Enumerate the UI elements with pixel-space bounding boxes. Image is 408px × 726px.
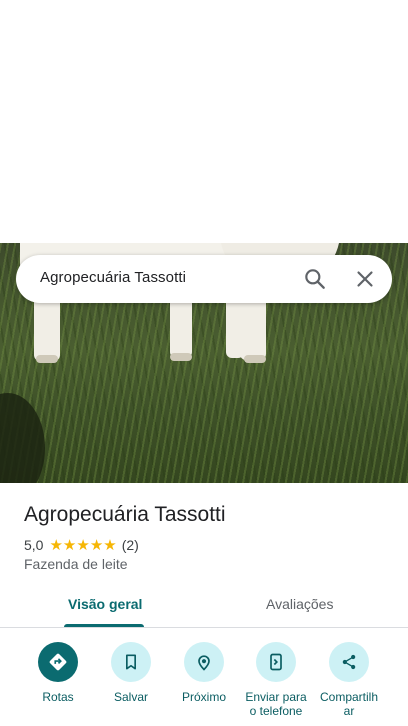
directions-label: Rotas [42, 690, 74, 704]
save-button[interactable]: Salvar [91, 642, 171, 704]
photo-cow-hoof [170, 353, 192, 361]
photo-cow-hoof [244, 355, 266, 363]
nearby-button-circle[interactable] [184, 642, 224, 682]
directions-button-circle[interactable] [38, 642, 78, 682]
nearby-label: Próximo [181, 690, 226, 704]
rating-value: 5,0 [24, 537, 44, 553]
active-tab-indicator [64, 624, 144, 627]
search-query[interactable]: Agropecuária Tassotti [40, 269, 186, 286]
place-category: Fazenda de leite [24, 556, 128, 572]
share-label: Compartilhar [319, 690, 379, 718]
photo-cow-hoof [36, 355, 58, 363]
place-title: Agropecuária Tassotti [24, 503, 226, 526]
nearby-icon [198, 655, 210, 671]
send-to-phone-button-circle[interactable] [256, 642, 296, 682]
tab-bar: Visão geral Avaliações [0, 584, 408, 628]
close-icon[interactable] [352, 266, 378, 292]
star-icon: ★ [103, 536, 117, 554]
star-icon: ★ [76, 536, 90, 554]
send-to-phone-icon [270, 653, 282, 671]
star-icon: ★ [49, 536, 63, 554]
save-label: Salvar [113, 690, 148, 704]
tab-overview[interactable]: Visão geral [68, 596, 142, 612]
rating-stars: ★ ★ ★ ★ ★ [49, 538, 116, 553]
star-icon: ★ [62, 536, 77, 554]
directions-icon [49, 653, 67, 671]
tab-reviews[interactable]: Avaliações [266, 596, 333, 612]
share-icon [342, 654, 356, 670]
search-icon[interactable] [302, 266, 328, 292]
rating-row[interactable]: 5,0 ★ ★ ★ ★ ★ (2) [24, 536, 139, 554]
share-button[interactable]: Compartilhar [309, 642, 389, 718]
save-button-circle[interactable] [111, 642, 151, 682]
bookmark-icon [126, 654, 136, 670]
star-icon: ★ [89, 536, 104, 554]
share-button-circle[interactable] [329, 642, 369, 682]
directions-button[interactable]: Rotas [18, 642, 98, 704]
send-to-phone-button[interactable]: Enviar para o telefone [236, 642, 316, 718]
nearby-button[interactable]: Próximo [164, 642, 244, 704]
reviews-count[interactable]: (2) [122, 537, 139, 553]
search-bar[interactable]: Agropecuária Tassotti [16, 255, 392, 303]
send-to-phone-label: Enviar para o telefone [245, 690, 307, 718]
